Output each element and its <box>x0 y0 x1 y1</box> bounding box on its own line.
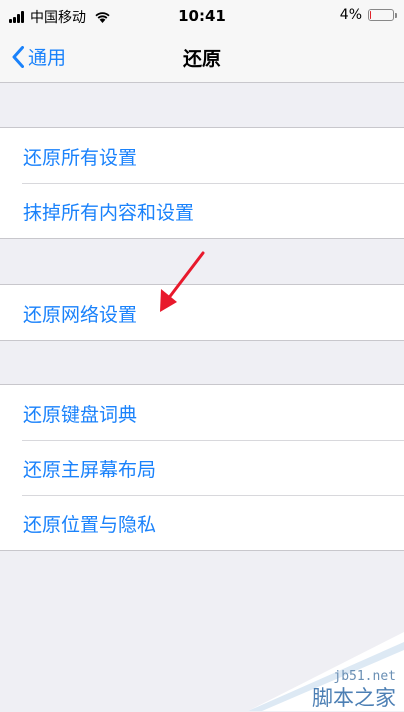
battery-percent: 4% <box>339 7 362 23</box>
reset-group-3: 还原键盘词典 还原主屏幕布局 还原位置与隐私 <box>0 384 404 551</box>
battery-level-fill <box>370 11 371 19</box>
reset-group-1: 还原所有设置 抹掉所有内容和设置 <box>0 127 404 239</box>
red-arrow-annotation-icon <box>160 251 205 312</box>
battery-icon <box>368 9 397 21</box>
watermark-name: 脚本之家 <box>312 686 396 710</box>
erase-all-content-cell[interactable]: 抹掉所有内容和设置 <box>0 183 404 238</box>
reset-keyboard-dictionary-cell[interactable]: 还原键盘词典 <box>0 385 404 440</box>
status-bar: 中国移动 10:41 4% <box>0 0 404 32</box>
cell-label: 还原所有设置 <box>23 147 138 169</box>
reset-all-settings-cell[interactable]: 还原所有设置 <box>0 128 404 183</box>
watermark: jb51.net 脚本之家 <box>248 632 404 711</box>
page-title: 还原 <box>182 48 221 70</box>
cell-label: 抹掉所有内容和设置 <box>23 202 195 224</box>
cell-label: 还原主屏幕布局 <box>23 459 157 481</box>
reset-home-screen-layout-cell[interactable]: 还原主屏幕布局 <box>0 440 404 495</box>
status-bar-right: 4% <box>339 7 397 23</box>
cell-label: 还原网络设置 <box>23 304 138 326</box>
cell-label: 还原位置与隐私 <box>23 514 157 536</box>
navigation-bar: 通用 还原 <box>0 32 404 83</box>
cell-label: 还原键盘词典 <box>23 404 138 426</box>
reset-location-privacy-cell[interactable]: 还原位置与隐私 <box>0 495 404 550</box>
